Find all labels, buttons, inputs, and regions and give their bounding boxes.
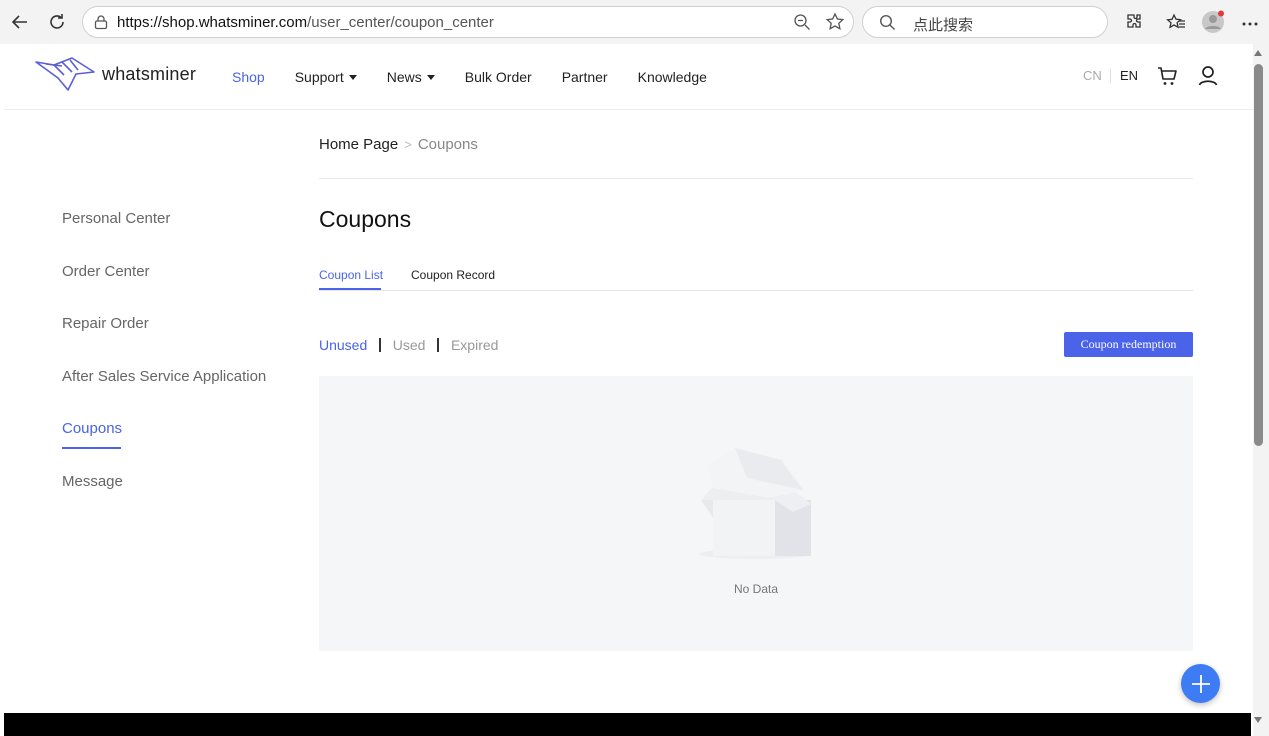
lang-divider [1110,69,1111,83]
sidebar-item-message[interactable]: Message [62,473,292,526]
plus-icon [1191,674,1210,693]
breadcrumb: Home Page > Coupons [319,136,478,153]
favorite-star-icon[interactable] [825,12,845,37]
tab-coupon-list[interactable]: Coupon List [319,268,383,282]
zoom-icon[interactable] [793,13,811,36]
nav-bulk-order-label: Bulk Order [464,69,532,85]
nav-support[interactable]: Support [295,69,357,85]
favorites-icon[interactable] [1164,10,1188,34]
filter-divider [437,338,439,352]
lang-cn[interactable]: CN [1083,68,1102,83]
sidebar-item-coupons[interactable]: Coupons [62,420,292,473]
breadcrumb-current: Coupons [417,136,478,153]
url-text: https://shop.whatsminer.com/user_center/… [117,14,494,31]
search-icon [879,14,896,36]
sidebar-item-after-sales[interactable]: After Sales Service Application [62,368,292,421]
nav-knowledge-label: Knowledge [637,69,707,85]
nav-support-label: Support [294,69,344,85]
user-icon[interactable] [1196,64,1220,88]
sidebar-item-label: Coupons [62,420,123,438]
page-footer-bar [4,713,1251,736]
active-indicator [62,447,121,450]
sidebar-item-personal-center[interactable]: Personal Center [62,210,292,263]
whatsminer-logo[interactable]: whatsminer [34,54,196,94]
empty-box-icon [699,448,811,559]
more-options-icon[interactable] [1238,10,1262,34]
browser-toolbar: https://shop.whatsminer.com/user_center/… [0,0,1269,44]
nav-partner-label: Partner [561,69,608,85]
divider [319,178,1193,179]
scrollbar-thumb[interactable] [1254,64,1263,446]
breadcrumb-home[interactable]: Home Page [319,136,398,153]
tab-coupon-record[interactable]: Coupon Record [411,268,495,282]
sidebar-item-repair-order[interactable]: Repair Order [62,315,292,368]
logo-text: whatsminer [102,63,197,84]
main-nav: Shop Support News Bulk Order Partner Kno… [232,44,737,110]
back-arrow-icon[interactable] [8,10,32,34]
browser-search-box[interactable]: 点此搜索 [862,6,1108,38]
profile-avatar-icon[interactable] [1201,10,1225,34]
scroll-up-arrow-icon[interactable] [1254,50,1262,56]
address-bar[interactable]: https://shop.whatsminer.com/user_center/… [82,6,854,38]
nav-shop-label: Shop [232,69,265,85]
sidebar-item-label: Repair Order [62,315,149,333]
lock-icon [93,14,109,35]
sidebar-item-label: Order Center [62,262,150,280]
lang-en[interactable]: EN [1120,68,1138,83]
caret-down-icon [426,74,435,80]
cart-icon[interactable] [1155,64,1179,88]
caret-down-icon [348,74,357,80]
extensions-icon[interactable] [1122,10,1146,34]
filter-unused[interactable]: Unused [319,337,367,353]
page-title: Coupons [319,206,412,232]
nav-partner[interactable]: Partner [562,69,608,85]
coupon-tabs: Coupon List Coupon Record [319,268,1193,291]
search-placeholder: 点此搜索 [913,17,974,34]
scroll-down-arrow-icon[interactable] [1254,717,1262,723]
sidebar-item-order-center[interactable]: Order Center [62,263,292,316]
nav-news[interactable]: News [387,69,435,85]
sidebar-item-label: After Sales Service Application [62,367,267,385]
filter-divider [379,338,381,352]
nav-knowledge[interactable]: Knowledge [638,69,707,85]
filter-used[interactable]: Used [393,337,426,353]
whatsminer-logo-icon [35,57,95,91]
refresh-icon[interactable] [45,10,69,34]
url-host: https://shop.whatsminer.com [117,14,308,31]
sidebar-item-label: Message [62,472,123,490]
filter-expired[interactable]: Expired [451,337,498,353]
breadcrumb-separator: > [404,137,412,152]
coupon-redemption-button[interactable]: Coupon redemption [1064,332,1193,357]
coupon-status-filter: Unused Used Expired [319,337,498,353]
nav-shop[interactable]: Shop [232,69,265,85]
nav-news-label: News [386,69,422,85]
tab-active-indicator [319,288,381,290]
coupon-list-panel: No Data [319,376,1193,651]
no-data-text: No Data [733,582,779,596]
sidebar-item-label: Personal Center [62,210,171,227]
site-header: whatsminer Shop Support News Bulk Order … [4,44,1253,110]
user-center-sidebar: Personal Center Order Center Repair Orde… [62,210,292,526]
url-path: /user_center/coupon_center [307,14,494,31]
floating-add-button[interactable] [1181,664,1220,703]
nav-bulk-order[interactable]: Bulk Order [465,69,532,85]
